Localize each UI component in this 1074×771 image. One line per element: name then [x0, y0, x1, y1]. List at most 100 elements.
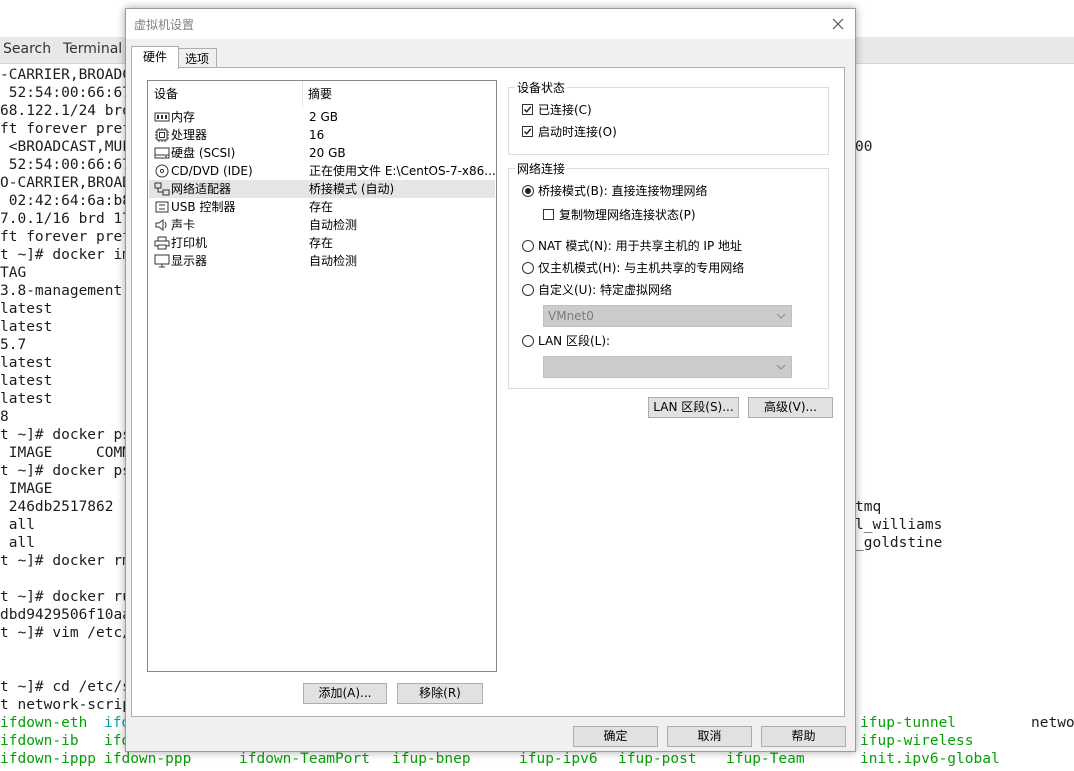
- menu-search[interactable]: Search: [3, 41, 51, 57]
- terminal-line: 68.122.1/24 brd: [0, 103, 131, 119]
- dialog-titlebar[interactable]: 虚拟机设置: [126, 9, 855, 39]
- device-row-processor[interactable]: 处理器 16: [149, 126, 495, 144]
- close-button[interactable]: [827, 13, 849, 35]
- terminal-line: all: [0, 535, 35, 551]
- tab-hardware[interactable]: 硬件: [131, 46, 179, 69]
- device-row-usb-controller[interactable]: USB 控制器 存在: [149, 198, 495, 216]
- device-status-group: 设备状态 已连接(C) 启动时连接(O): [508, 79, 829, 155]
- advanced-button[interactable]: 高级(V)...: [748, 397, 833, 418]
- terminal-file-entry: ifdown-ippp: [0, 751, 97, 767]
- terminal-line: latest: [0, 319, 53, 335]
- device-summary: 16: [309, 128, 325, 142]
- terminal-line: TAG: [0, 265, 27, 281]
- terminal-fragment: _goldstine: [855, 535, 943, 551]
- device-summary: 桥接模式 (自动): [309, 182, 395, 196]
- device-name: 处理器: [171, 128, 208, 142]
- terminal-line: 3.8-management: [0, 283, 123, 299]
- terminal-file-entry: ifdown-ppp: [104, 751, 192, 767]
- terminal-line: 5.7: [0, 337, 27, 353]
- terminal-file-entry: ifdown-TeamPort: [239, 751, 370, 767]
- terminal-line: t network-scrip: [0, 697, 131, 713]
- network-connection-group: 网络连接 桥接模式(B): 直接连接物理网络 复制物理网络连接状态(P) NAT…: [508, 160, 829, 389]
- menu-terminal[interactable]: Terminal: [63, 41, 122, 57]
- checkbox-box: [543, 209, 554, 220]
- device-name: 打印机: [171, 236, 208, 250]
- device-name: USB 控制器: [171, 200, 236, 214]
- device-status-legend: 设备状态: [515, 79, 568, 96]
- device-name: 显示器: [171, 254, 208, 268]
- terminal-line: ft forever pref: [0, 121, 131, 137]
- add-device-button[interactable]: 添加(A)...: [303, 683, 387, 704]
- checkmark-icon: [524, 106, 532, 113]
- checkbox-box: [522, 104, 533, 115]
- device-summary: 存在: [309, 236, 334, 250]
- terminal-fragment: l_williams: [855, 517, 943, 533]
- memory-icon: [154, 112, 170, 122]
- sound-card-icon: [155, 219, 167, 231]
- custom-network-select[interactable]: VMnet0: [543, 305, 792, 327]
- terminal-line: t ~]# cd /etc/s: [0, 679, 131, 695]
- terminal-line: t ~]# docker ps: [0, 427, 131, 443]
- terminal-file-entry: ifup-Team: [726, 751, 805, 767]
- help-button[interactable]: 帮助: [761, 726, 846, 747]
- terminal-line: O-CARRIER,BROAD: [0, 175, 131, 191]
- terminal-line: t ~]# vim /etc/: [0, 625, 131, 641]
- terminal-line: 246db2517862: [0, 499, 114, 515]
- terminal-file-entry: ifup-ipv6: [519, 751, 598, 767]
- device-row-printer[interactable]: 打印机 存在: [149, 234, 495, 252]
- display-icon: [154, 254, 170, 268]
- hardware-panel: 设备 摘要 内存 2 GB 处理器 16 硬盘 (SCSI) 20 GB CD/DVD (I…: [131, 67, 845, 717]
- radio-circle: [522, 284, 534, 296]
- chevron-down-icon: [776, 364, 786, 370]
- usb-icon: [155, 201, 169, 213]
- device-row-cd-dvd[interactable]: CD/DVD (IDE) 正在使用文件 E:\CentOS-7-x86...: [149, 162, 496, 180]
- cancel-button[interactable]: 取消: [667, 726, 752, 747]
- device-name: 内存: [171, 110, 196, 124]
- column-header-device[interactable]: 设备: [148, 81, 303, 107]
- terminal-line: all: [0, 517, 35, 533]
- device-list: 设备 摘要 内存 2 GB 处理器 16 硬盘 (SCSI) 20 GB CD/DVD (I…: [147, 80, 497, 672]
- radio-dot: [525, 188, 531, 194]
- dialog-title: 虚拟机设置: [134, 18, 195, 32]
- device-row-hard-disk[interactable]: 硬盘 (SCSI) 20 GB: [149, 144, 495, 162]
- lan-segments-button[interactable]: LAN 区段(S)...: [648, 397, 739, 418]
- ok-button[interactable]: 确定: [573, 726, 658, 747]
- terminal-line: dbd9429506f10aa: [0, 607, 131, 623]
- radio-circle: [522, 185, 534, 197]
- processor-icon: [155, 128, 169, 142]
- device-summary: 2 GB: [309, 110, 338, 124]
- device-name: 硬盘 (SCSI): [171, 146, 236, 160]
- remove-device-button[interactable]: 移除(R): [397, 683, 483, 704]
- device-row-display[interactable]: 显示器 自动检测: [149, 252, 495, 270]
- terminal-line: IMAGE: [0, 481, 53, 497]
- checkmark-icon: [524, 128, 532, 135]
- terminal-line: 8: [0, 409, 9, 425]
- device-row-sound-card[interactable]: 声卡 自动检测: [149, 216, 495, 234]
- tab-options[interactable]: 选项: [177, 48, 217, 69]
- terminal-file-entry: ifup-post: [618, 751, 697, 767]
- terminal-file-entry: init.ipv6-global: [860, 751, 1000, 767]
- terminal-file-entry: ifup-tunnel: [860, 715, 957, 731]
- terminal-fragment: 00: [855, 139, 873, 155]
- device-summary: 自动检测: [309, 218, 358, 232]
- lan-segment-select[interactable]: [543, 356, 792, 378]
- device-row-memory[interactable]: 内存 2 GB: [149, 108, 495, 126]
- column-header-summary[interactable]: 摘要: [303, 81, 496, 107]
- radio-circle: [522, 262, 534, 274]
- terminal-line: t ~]# docker ru: [0, 589, 131, 605]
- terminal-line: ft forever pref: [0, 229, 131, 245]
- terminal-line: 52:54:00:66:67: [0, 157, 131, 173]
- device-summary: 正在使用文件 E:\CentOS-7-x86...: [309, 164, 496, 178]
- terminal-line: <BROADCAST,MUL: [0, 139, 131, 155]
- terminal-line: 7.0.1/16 brd 17: [0, 211, 131, 227]
- terminal-file-entry: ifup-wireless: [860, 733, 974, 749]
- terminal-line: t ~]# docker im: [0, 247, 131, 263]
- network-adapter-icon: [154, 182, 170, 196]
- device-row-network-adapter[interactable]: 网络适配器 桥接模式 (自动): [149, 180, 495, 198]
- device-name: 网络适配器: [171, 182, 232, 196]
- close-icon: [832, 18, 844, 30]
- printer-icon: [154, 236, 170, 250]
- network-connection-legend: 网络连接: [515, 160, 568, 177]
- device-name: 声卡: [171, 218, 196, 232]
- checkbox-box: [522, 126, 533, 137]
